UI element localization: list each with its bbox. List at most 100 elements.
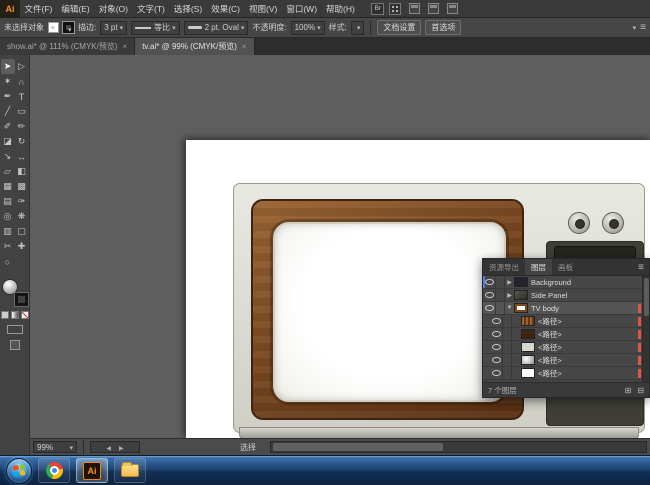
path-row[interactable]: <路径> bbox=[483, 367, 642, 380]
type-tool[interactable]: T bbox=[15, 89, 29, 104]
expand-arrow-icon[interactable]: ▶ bbox=[505, 292, 514, 299]
draw-mode-button[interactable] bbox=[7, 325, 23, 334]
lock-cell[interactable] bbox=[503, 328, 512, 341]
shape-builder-tool[interactable]: ◧ bbox=[15, 164, 29, 179]
scrollbar-thumb[interactable] bbox=[644, 278, 649, 316]
stroke-swatch[interactable] bbox=[15, 293, 28, 306]
fill-color-swatch[interactable] bbox=[48, 22, 59, 33]
gradient-button[interactable] bbox=[11, 311, 19, 319]
blend-tool[interactable]: ◎ bbox=[1, 209, 15, 224]
line-segment-tool[interactable]: ╱ bbox=[1, 104, 15, 119]
opacity-input[interactable]: 100% bbox=[291, 21, 325, 35]
taskbar-illustrator-button[interactable]: Ai bbox=[76, 458, 108, 483]
hand-tool[interactable]: ✚ bbox=[15, 239, 29, 254]
artboard-navigation[interactable] bbox=[90, 441, 140, 453]
selection-tool[interactable]: ➤ bbox=[1, 59, 15, 74]
close-icon[interactable]: × bbox=[242, 42, 247, 51]
layer-row[interactable]: ▶ Side Panel bbox=[483, 289, 642, 302]
lock-cell[interactable] bbox=[503, 354, 512, 367]
workspace-layout-icon[interactable] bbox=[428, 3, 439, 14]
menu-item-object[interactable]: 对象(O) bbox=[94, 3, 132, 15]
width-tool[interactable]: ↔ bbox=[15, 149, 29, 164]
tv-knob-left[interactable] bbox=[568, 212, 590, 234]
scale-tool[interactable]: ↘ bbox=[1, 149, 15, 164]
brush-dropdown[interactable]: 2 pt. Oval bbox=[184, 21, 249, 35]
layer-name[interactable]: Side Panel bbox=[531, 291, 638, 300]
screen-layout-icon[interactable] bbox=[447, 3, 458, 14]
tab-artboards[interactable]: 画板 bbox=[552, 259, 579, 275]
visibility-eye-icon[interactable] bbox=[490, 354, 503, 367]
menu-item-select[interactable]: 选择(S) bbox=[169, 3, 206, 15]
symbol-sprayer-tool[interactable]: ❋ bbox=[15, 209, 29, 224]
eyedropper-tool[interactable]: ✑ bbox=[15, 194, 29, 209]
tab-asset-export[interactable]: 资源导出 bbox=[483, 259, 525, 275]
layer-name[interactable]: <路径> bbox=[538, 316, 638, 327]
tv-knob-right[interactable] bbox=[602, 212, 624, 234]
scrollbar-thumb[interactable] bbox=[273, 443, 443, 451]
lock-cell[interactable] bbox=[503, 315, 512, 328]
paintbrush-tool[interactable]: ✐ bbox=[1, 119, 15, 134]
screen-mode-button[interactable] bbox=[10, 340, 20, 350]
color-button[interactable] bbox=[1, 311, 9, 319]
tab-show-ai[interactable]: show.ai* @ 111% (CMYK/预览) × bbox=[0, 38, 135, 55]
direct-selection-tool[interactable]: ▷ bbox=[15, 59, 29, 74]
visibility-eye-icon[interactable] bbox=[490, 328, 503, 341]
layer-name[interactable]: Background bbox=[531, 278, 638, 287]
pen-tool[interactable]: ✒ bbox=[1, 89, 15, 104]
path-row[interactable]: <路径> bbox=[483, 354, 642, 367]
bridge-icon[interactable]: Br bbox=[371, 3, 384, 15]
eraser-tool[interactable]: ◪ bbox=[1, 134, 15, 149]
visibility-eye-icon[interactable] bbox=[490, 315, 503, 328]
new-layer-icon[interactable]: ⊞ bbox=[625, 386, 632, 395]
lock-cell[interactable] bbox=[503, 341, 512, 354]
layer-name[interactable]: <路径> bbox=[538, 342, 638, 353]
menu-item-effect[interactable]: 效果(C) bbox=[207, 3, 245, 15]
preferences-button[interactable]: 首选项 bbox=[425, 20, 461, 35]
expand-arrow-icon[interactable]: ▶ bbox=[505, 279, 514, 286]
layer-row[interactable]: ▼ TV body bbox=[483, 302, 642, 315]
rectangle-tool[interactable]: ▭ bbox=[15, 104, 29, 119]
menu-item-help[interactable]: 帮助(H) bbox=[322, 3, 360, 15]
menu-item-file[interactable]: 文件(F) bbox=[20, 3, 57, 15]
stroke-color-swatch[interactable] bbox=[63, 22, 74, 33]
close-icon[interactable]: × bbox=[123, 42, 128, 51]
perspective-grid-tool[interactable]: ▦ bbox=[1, 179, 15, 194]
artboard-tool[interactable]: ▢ bbox=[15, 224, 29, 239]
stroke-width-input[interactable]: 3 pt bbox=[100, 21, 127, 35]
more-options-caret-icon[interactable] bbox=[633, 23, 637, 32]
layer-row[interactable]: ▶ Background bbox=[483, 276, 642, 289]
pencil-tool[interactable]: ✏ bbox=[15, 119, 29, 134]
app-grid-icon[interactable] bbox=[389, 3, 401, 15]
free-transform-tool[interactable]: ▱ bbox=[1, 164, 15, 179]
next-artboard-icon[interactable] bbox=[119, 443, 124, 452]
style-dropdown[interactable] bbox=[351, 21, 365, 35]
document-setup-button[interactable]: 文档设置 bbox=[377, 20, 421, 35]
tab-tv-ai[interactable]: tv.ai* @ 99% (CMYK/预览) × bbox=[135, 38, 254, 55]
menu-item-edit[interactable]: 编辑(E) bbox=[57, 3, 94, 15]
layer-name[interactable]: <路径> bbox=[538, 355, 638, 366]
expand-arrow-icon[interactable]: ▼ bbox=[505, 305, 514, 311]
path-row[interactable]: <路径> bbox=[483, 328, 642, 341]
mesh-tool[interactable]: ▩ bbox=[15, 179, 29, 194]
panel-menu-icon[interactable] bbox=[640, 22, 646, 33]
rotate-tool[interactable]: ↻ bbox=[15, 134, 29, 149]
menu-item-window[interactable]: 窗口(W) bbox=[282, 3, 322, 15]
zoom-tool[interactable]: ○ bbox=[1, 254, 15, 269]
column-graph-tool[interactable]: ▥ bbox=[1, 224, 15, 239]
arrange-documents-icon[interactable] bbox=[409, 3, 420, 14]
path-row[interactable]: <路径> bbox=[483, 341, 642, 354]
visibility-eye-icon[interactable] bbox=[490, 367, 503, 380]
layer-name[interactable]: <路径> bbox=[538, 329, 638, 340]
lock-cell[interactable] bbox=[496, 276, 505, 289]
taskbar-explorer-button[interactable] bbox=[114, 458, 146, 483]
lock-cell[interactable] bbox=[496, 289, 505, 302]
lock-cell[interactable] bbox=[496, 302, 505, 315]
width-profile-dropdown[interactable]: 等比 bbox=[131, 21, 180, 35]
tv-screen-shape[interactable] bbox=[273, 222, 506, 402]
tv-base-shape[interactable] bbox=[239, 427, 639, 438]
gradient-tool[interactable]: ▤ bbox=[1, 194, 15, 209]
none-button[interactable] bbox=[21, 311, 29, 319]
horizontal-scrollbar[interactable] bbox=[270, 441, 647, 453]
magic-wand-tool[interactable]: ✶ bbox=[1, 74, 15, 89]
zoom-level-dropdown[interactable]: 99% bbox=[33, 441, 77, 453]
